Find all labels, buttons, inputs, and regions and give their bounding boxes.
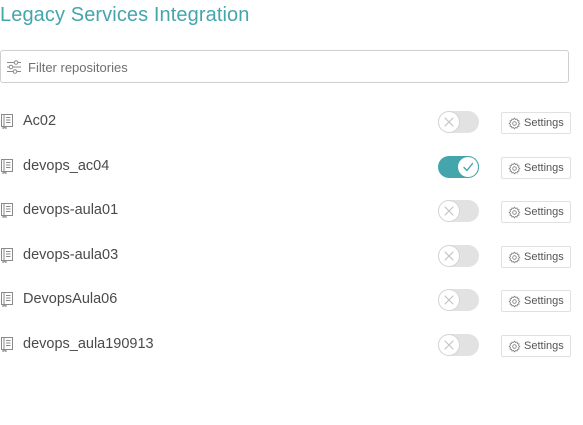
settings-button-label: Settings [524,295,564,308]
toggle-knob [439,112,459,132]
repository-name[interactable]: DevopsAula06 [23,291,117,307]
gear-icon [508,162,521,175]
settings-button[interactable]: Settings [501,290,571,313]
repository-name[interactable]: devops-aula03 [23,247,118,263]
repository-toggle[interactable] [438,333,479,356]
close-x-icon [444,117,454,127]
repository-toggle[interactable] [438,111,479,133]
toggle-knob [439,334,459,355]
repository-name[interactable]: devops_aula190913 [23,336,154,352]
settings-button[interactable]: Settings [501,245,571,268]
settings-button[interactable]: Settings [501,156,571,179]
repository-toggle[interactable] [438,155,479,178]
settings-button-label: Settings [524,339,564,352]
repository-book-icon [1,336,13,352]
toggle-knob [458,156,478,177]
repository-name[interactable]: devops-aula01 [23,202,118,218]
repository-row: devops_ac04 Settings [0,145,583,190]
repository-list: Ac02 Settings devops_ac04 Settings devop… [0,100,583,368]
repository-book-icon [1,292,13,308]
settings-button[interactable]: Settings [501,334,571,357]
repository-toggle[interactable] [438,200,479,223]
gear-icon [508,340,521,353]
filter-box[interactable] [0,50,569,83]
settings-button-label: Settings [524,250,564,263]
settings-button-label: Settings [524,117,564,129]
gear-icon [508,206,521,219]
repository-toggle[interactable] [438,244,479,267]
repository-row: DevopsAula06 Settings [0,278,583,323]
close-x-icon [444,206,454,216]
repository-book-icon [1,247,13,263]
gear-icon [508,117,521,130]
repository-name[interactable]: devops_ac04 [23,158,109,174]
repository-book-icon [1,203,13,219]
filter-input[interactable] [28,58,548,76]
repository-row: devops-aula01 Settings [0,189,583,234]
gear-icon [508,295,521,308]
close-x-icon [444,251,454,261]
settings-button-label: Settings [524,161,564,174]
settings-button-label: Settings [524,206,564,219]
repository-book-icon [1,158,13,174]
repository-row: devops-aula03 Settings [0,234,583,279]
close-x-icon [444,340,454,350]
gear-icon [508,251,521,264]
close-x-icon [444,295,454,305]
toggle-knob [439,245,459,266]
repository-row: devops_aula190913 Settings [0,323,583,368]
settings-button[interactable]: Settings [501,201,571,224]
repository-book-icon [1,114,13,129]
repository-name[interactable]: Ac02 [23,113,56,129]
repository-row: Ac02 Settings [0,100,583,145]
settings-button[interactable]: Settings [501,112,571,134]
page-title: Legacy Services Integration [0,4,250,26]
toggle-knob [439,290,459,311]
repository-toggle[interactable] [438,289,479,312]
filter-sliders-icon [7,60,21,74]
toggle-knob [439,201,459,222]
checkmark-icon [463,162,474,171]
